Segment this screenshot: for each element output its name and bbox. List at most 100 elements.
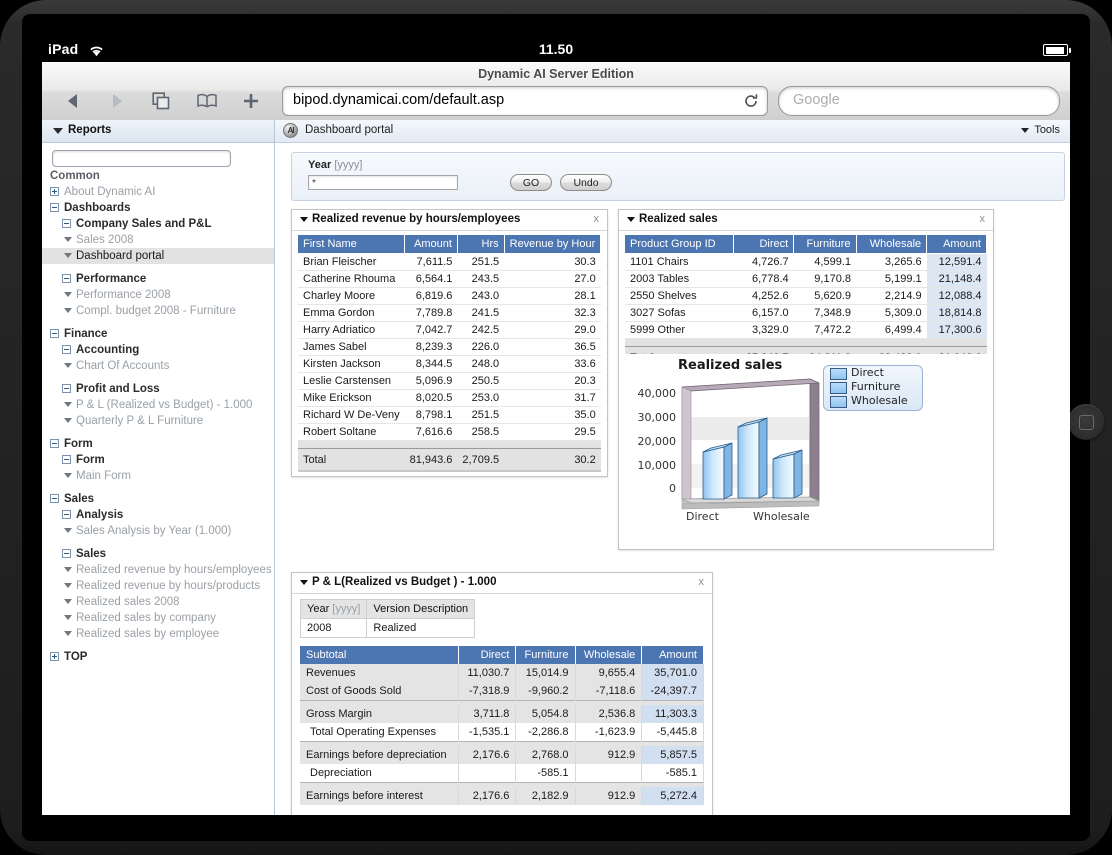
column-header[interactable]: Direct (458, 646, 517, 664)
column-header[interactable]: Product Group ID (625, 235, 735, 254)
sidebar-item-realized-sales-2008[interactable]: Realized sales 2008 (42, 594, 274, 610)
sidebar-item-form[interactable]: Form (42, 452, 274, 468)
collapse-icon[interactable] (62, 549, 71, 558)
sidebar-item-realized-revenue-by-hours-products[interactable]: Realized revenue by hours/products (42, 578, 274, 594)
table-row[interactable]: Robert Soltane 7,616.6 258.5 29.5 (298, 423, 601, 441)
table-row[interactable]: Leslie Carstensen 5,096.9 250.5 20.3 (298, 372, 601, 390)
table-row[interactable]: Charley Moore 6,819.6 243.0 28.1 (298, 287, 601, 305)
table-row[interactable]: Richard W De-Veny 8,798.1 251.5 35.0 (298, 406, 601, 424)
sidebar-item-p-l-realized-vs-budget-1-000[interactable]: P & L (Realized vs Budget) - 1.000 (42, 397, 274, 413)
table-row[interactable]: Revenues 11,030.7 15,014.9 9,655.4 35,701.0 (300, 664, 704, 682)
collapse-icon[interactable] (50, 494, 59, 503)
column-header[interactable]: Wholesale (575, 646, 643, 664)
column-header[interactable]: Amount (926, 235, 987, 254)
column-header[interactable]: Wholesale (856, 235, 928, 254)
sidebar-item-realized-sales-by-company[interactable]: Realized sales by company (42, 610, 274, 626)
sidebar-item-dashboards[interactable]: Dashboards (42, 200, 274, 216)
expand-icon[interactable] (50, 652, 59, 661)
table-row[interactable]: Brian Fleischer 7,611.5 251.5 30.3 (298, 253, 601, 271)
chevron-down-icon[interactable] (64, 583, 72, 588)
sidebar-item-sales[interactable]: Sales (42, 491, 274, 507)
chevron-down-icon[interactable] (64, 363, 72, 368)
sidebar-item-sales-2008[interactable]: Sales 2008 (42, 232, 274, 248)
portlet-header[interactable]: Realized sales x (619, 210, 993, 231)
forward-icon[interactable] (100, 84, 134, 118)
table-row[interactable]: Catherine Rhouma 6,564.1 243.5 27.0 (298, 270, 601, 288)
table-row[interactable]: 3027 Sofas 6,157.0 7,348.9 5,309.0 18,814.8 (625, 304, 987, 322)
column-header[interactable]: Revenue by Hour (504, 235, 602, 254)
sidebar-item-about-dynamic-ai[interactable]: About Dynamic AI (42, 184, 274, 200)
sidebar-item-chart-of-accounts[interactable]: Chart Of Accounts (42, 358, 274, 374)
go-button[interactable]: GO (510, 174, 552, 191)
column-header[interactable]: Hrs (457, 235, 505, 254)
sidebar-item-company-sales-and-p-l[interactable]: Company Sales and P&L (42, 216, 274, 232)
sidebar-item-accounting[interactable]: Accounting (42, 342, 274, 358)
table-row[interactable]: Total Operating Expenses -1,535.1 -2,286.8… (300, 723, 704, 742)
chevron-down-icon[interactable] (64, 253, 72, 258)
sidebar-item-performance[interactable]: Performance (42, 271, 274, 287)
chevron-down-icon[interactable] (64, 567, 72, 572)
sidebar-item-performance-2008[interactable]: Performance 2008 (42, 287, 274, 303)
year-input[interactable]: * (308, 175, 458, 190)
sidebar-item-sales-analysis-by-year-1-000[interactable]: Sales Analysis by Year (1.000) (42, 523, 274, 539)
chevron-down-icon[interactable] (64, 308, 72, 313)
sidebar-item-quarterly-p-l-furniture[interactable]: Quarterly P & L Furniture (42, 413, 274, 429)
table-row[interactable]: 5999 Other 3,329.0 7,472.2 6,499.4 17,300.6 (625, 321, 987, 339)
reload-icon[interactable] (743, 93, 759, 109)
column-header[interactable]: Subtotal (300, 646, 460, 664)
column-header[interactable]: First Name (298, 235, 406, 254)
collapse-icon[interactable] (50, 203, 59, 212)
close-icon[interactable]: x (980, 213, 986, 225)
sidebar-header[interactable]: Reports (42, 120, 274, 143)
chevron-down-icon[interactable] (64, 237, 72, 242)
sidebar-item-compl-budget-2008-furniture[interactable]: Compl. budget 2008 - Furniture (42, 303, 274, 319)
chevron-down-icon[interactable] (64, 631, 72, 636)
table-row[interactable]: Earnings before depreciation 2,176.6 2,768… (300, 746, 704, 764)
home-button[interactable] (1068, 404, 1104, 440)
column-header[interactable]: Amount (641, 646, 704, 664)
chevron-down-icon[interactable] (64, 292, 72, 297)
sidebar-item-finance[interactable]: Finance (42, 326, 274, 342)
chevron-down-icon[interactable] (64, 402, 72, 407)
close-icon[interactable]: x (699, 576, 705, 588)
tools-menu[interactable]: Tools (1021, 124, 1060, 136)
table-row[interactable]: Depreciation -585.1 -585.1 (300, 764, 704, 783)
collapse-icon[interactable] (50, 439, 59, 448)
table-row[interactable]: Gross Margin 3,711.8 5,054.8 2,536.8 11,303.… (300, 705, 704, 723)
pages-icon[interactable] (144, 84, 178, 118)
chevron-down-icon[interactable] (64, 599, 72, 604)
portlet-header[interactable]: P & L(Realized vs Budget ) - 1.000 x (292, 573, 712, 594)
sidebar-item-realized-sales-by-employee[interactable]: Realized sales by employee (42, 626, 274, 642)
plus-icon[interactable] (234, 84, 268, 118)
table-row[interactable]: 2003 Tables 6,778.4 9,170.8 5,199.1 21,148.4 (625, 270, 987, 288)
column-header[interactable]: Direct (733, 235, 795, 254)
collapse-icon[interactable] (62, 345, 71, 354)
chevron-down-icon[interactable] (64, 615, 72, 620)
back-icon[interactable] (56, 84, 90, 118)
expand-icon[interactable] (50, 187, 59, 196)
sidebar-item-form[interactable]: Form (42, 436, 274, 452)
table-row[interactable]: Kirsten Jackson 8,344.5 248.0 33.6 (298, 355, 601, 373)
table-row[interactable]: Harry Adriatico 7,042.7 242.5 29.0 (298, 321, 601, 339)
table-row[interactable]: Mike Erickson 8,020.5 253.0 31.7 (298, 389, 601, 407)
sidebar-item-main-form[interactable]: Main Form (42, 468, 274, 484)
portlet-header[interactable]: Realized revenue by hours/employees x (292, 210, 607, 231)
sidebar-item-analysis[interactable]: Analysis (42, 507, 274, 523)
sidebar-item-sales[interactable]: Sales (42, 546, 274, 562)
sidebar-item-profit-and-loss[interactable]: Profit and Loss (42, 381, 274, 397)
collapse-icon[interactable] (50, 329, 59, 338)
table-row[interactable]: Earnings before interest 2,176.6 2,182.9 91… (300, 787, 704, 805)
table-row[interactable]: 1101 Chairs 4,726.7 4,599.1 3,265.6 12,591.4 (625, 253, 987, 271)
collapse-icon[interactable] (62, 274, 71, 283)
chevron-down-icon[interactable] (627, 217, 635, 222)
sidebar-item-realized-revenue-by-hours-employees[interactable]: Realized revenue by hours/employees (42, 562, 274, 578)
address-bar[interactable]: bipod.dynamicai.com/default.asp (282, 86, 768, 116)
chevron-down-icon[interactable] (64, 418, 72, 423)
column-header[interactable]: Furniture (515, 646, 576, 664)
chevron-down-icon[interactable] (300, 580, 308, 585)
close-icon[interactable]: x (594, 213, 600, 225)
table-row[interactable]: Emma Gordon 7,789.8 241.5 32.3 (298, 304, 601, 322)
collapse-icon[interactable] (62, 455, 71, 464)
sidebar-item-dashboard-portal[interactable]: Dashboard portal (42, 248, 274, 264)
table-row[interactable]: 2550 Shelves 4,252.6 5,620.9 2,214.9 12,088.… (625, 287, 987, 305)
